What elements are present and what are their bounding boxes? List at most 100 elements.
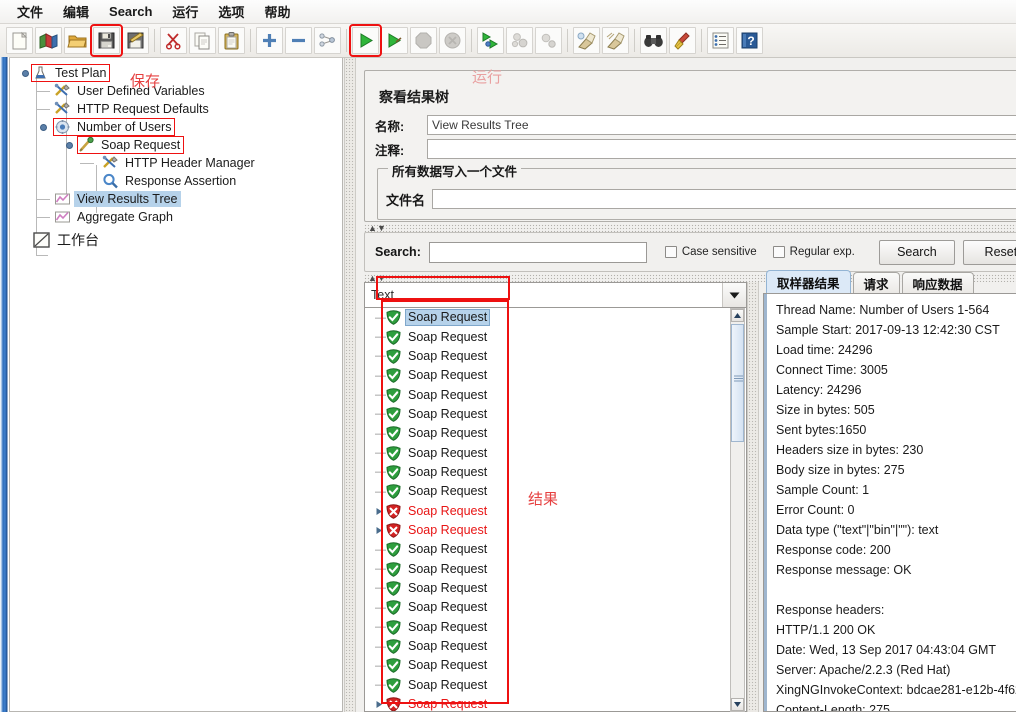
open-folder-icon[interactable] [64,27,91,54]
render-as-combobox[interactable]: Text [364,282,747,308]
open-templates-icon[interactable] [35,27,62,54]
test-plan-tree[interactable]: Test Plan User Defined Variables HTTP Re… [9,58,343,712]
results-tree-row[interactable]: — Soap Request [365,579,746,598]
results-tree-row[interactable]: — Soap Request [365,405,746,424]
tree-node-label: 工作台 [57,232,99,248]
tree-node-user-defined-variables[interactable]: User Defined Variables [10,82,342,100]
tree-splitter-handle[interactable] [344,58,356,712]
expand-triangle-icon[interactable] [375,700,386,709]
stop-icon[interactable] [410,27,437,54]
results-tree-row[interactable]: — Soap Request [365,385,746,404]
results-tree-row[interactable]: Soap Request [365,695,746,711]
search-label: Search: [375,245,421,259]
scroll-thumb[interactable] [731,324,744,442]
results-tree-row[interactable]: — Soap Request [365,308,746,327]
tree-node-test-plan[interactable]: Test Plan [10,64,342,82]
comment-input[interactable] [427,139,1016,159]
regular-exp-checkbox[interactable]: Regular exp. [772,246,855,258]
expand-triangle-icon[interactable] [375,526,386,535]
tree-expand-handle[interactable] [40,124,47,131]
start-no-pause-icon[interactable] [381,27,408,54]
menu-search[interactable]: Search [100,2,161,21]
expand-all-plus-icon[interactable] [256,27,283,54]
filename-input[interactable] [432,189,1016,209]
search-button[interactable]: Search [878,239,955,265]
case-sensitive-checkbox[interactable]: Case sensitive [664,246,757,258]
results-tree-scrollbar[interactable] [730,308,745,712]
menu-options[interactable]: 选项 [209,0,253,23]
menu-edit[interactable]: 编辑 [54,0,98,23]
results-tree-row[interactable]: — Soap Request [365,327,746,346]
results-tree-row-label: Soap Request [408,639,488,654]
search-input[interactable] [428,241,647,263]
reset-button[interactable]: Reset [962,239,1016,265]
help-icon[interactable]: ? [736,27,763,54]
results-detail-splitter[interactable] [747,282,759,712]
results-tree-row[interactable]: — Soap Request [365,559,746,578]
tree-node-number-of-users-box: Number of Users [52,118,176,136]
results-tree-row[interactable]: — Soap Request [365,656,746,675]
results-tree-row[interactable]: — Soap Request [365,540,746,559]
tree-node-http-request-defaults[interactable]: HTTP Request Defaults [10,100,342,118]
start-run-icon[interactable] [349,24,382,57]
detail-tab-1[interactable]: 请求 [852,272,900,293]
remote-stop-all-icon[interactable] [506,27,533,54]
name-field-row: 名称: [375,115,1016,135]
results-tree-row[interactable]: Soap Request [365,521,746,540]
results-tree-list[interactable]: — Soap Request — Soap Request — Soap Request —… [364,308,747,712]
detail-tab-0[interactable]: 取样器结果 [766,270,851,293]
tree-node-workbench[interactable]: 工作台 [10,229,342,251]
results-tree-row[interactable]: — Soap Request [365,637,746,656]
results-tree-row[interactable]: — Soap Request [365,676,746,695]
remote-start-all-icon[interactable] [477,27,504,54]
search-binoculars-icon[interactable] [640,27,667,54]
reset-search-broom-icon[interactable] [669,27,696,54]
sampler-result-body[interactable]: Thread Name: Number of Users 1-564 Sample… [763,293,1016,712]
new-document-icon[interactable] [6,27,33,54]
collapse-all-minus-icon[interactable] [285,27,312,54]
tree-node-aggregate-graph[interactable]: Aggregate Graph [10,208,342,226]
tree-node-label: Aggregate Graph [77,210,173,224]
regular-exp-checkbox-box[interactable] [772,246,785,258]
chevron-down-icon[interactable] [722,283,746,307]
cut-scissors-icon[interactable] [160,27,187,54]
toggle-node-icon[interactable] [314,27,341,54]
results-tree-row[interactable]: — Soap Request [365,424,746,443]
assertion-icon [102,173,119,189]
tree-node-number-of-users[interactable]: Number of Users [10,118,342,136]
results-tree-row[interactable]: — Soap Request [365,618,746,637]
scroll-up-button[interactable] [731,309,744,322]
clear-icon[interactable] [573,27,600,54]
save-disk-icon[interactable] [90,24,123,57]
menu-file[interactable]: 文件 [8,0,52,23]
expand-triangle-icon[interactable] [375,507,386,516]
tree-expand-handle[interactable] [22,70,29,77]
menu-run[interactable]: 运行 [163,0,207,23]
tree-node-response-assertion[interactable]: Response Assertion [10,172,342,190]
sampler-result-line: Headers size in bytes: 230 [776,443,924,457]
case-sensitive-label: Case sensitive [681,246,757,258]
tree-node-soap-request[interactable]: Soap Request [10,136,342,154]
case-sensitive-checkbox-box[interactable] [664,246,677,258]
splitter-collapse-strip-top[interactable]: ▲ ▼ [364,223,1016,233]
tree-node-view-results-tree[interactable]: View Results Tree [10,190,342,208]
results-tree-row[interactable]: — Soap Request [365,366,746,385]
tree-expand-handle[interactable] [66,142,73,149]
remote-shutdown-all-icon[interactable] [535,27,562,54]
tree-branch-dash: — [375,408,386,421]
results-tree-row[interactable]: — Soap Request [365,347,746,366]
name-input[interactable] [427,115,1016,135]
results-tree-row[interactable]: — Soap Request [365,463,746,482]
clear-all-icon[interactable] [602,27,629,54]
paste-clipboard-icon[interactable] [218,27,245,54]
function-helper-icon[interactable] [707,27,734,54]
scroll-down-button[interactable] [731,698,744,711]
results-tree-row[interactable]: — Soap Request [365,443,746,462]
shutdown-icon[interactable] [439,27,466,54]
tree-node-http-header-manager[interactable]: HTTP Header Manager [10,154,342,172]
copy-icon[interactable] [189,27,216,54]
results-tree-row[interactable]: — Soap Request [365,598,746,617]
save-as-icon[interactable] [122,27,149,54]
menu-help[interactable]: 帮助 [255,0,299,23]
detail-tab-2[interactable]: 响应数据 [901,272,974,293]
